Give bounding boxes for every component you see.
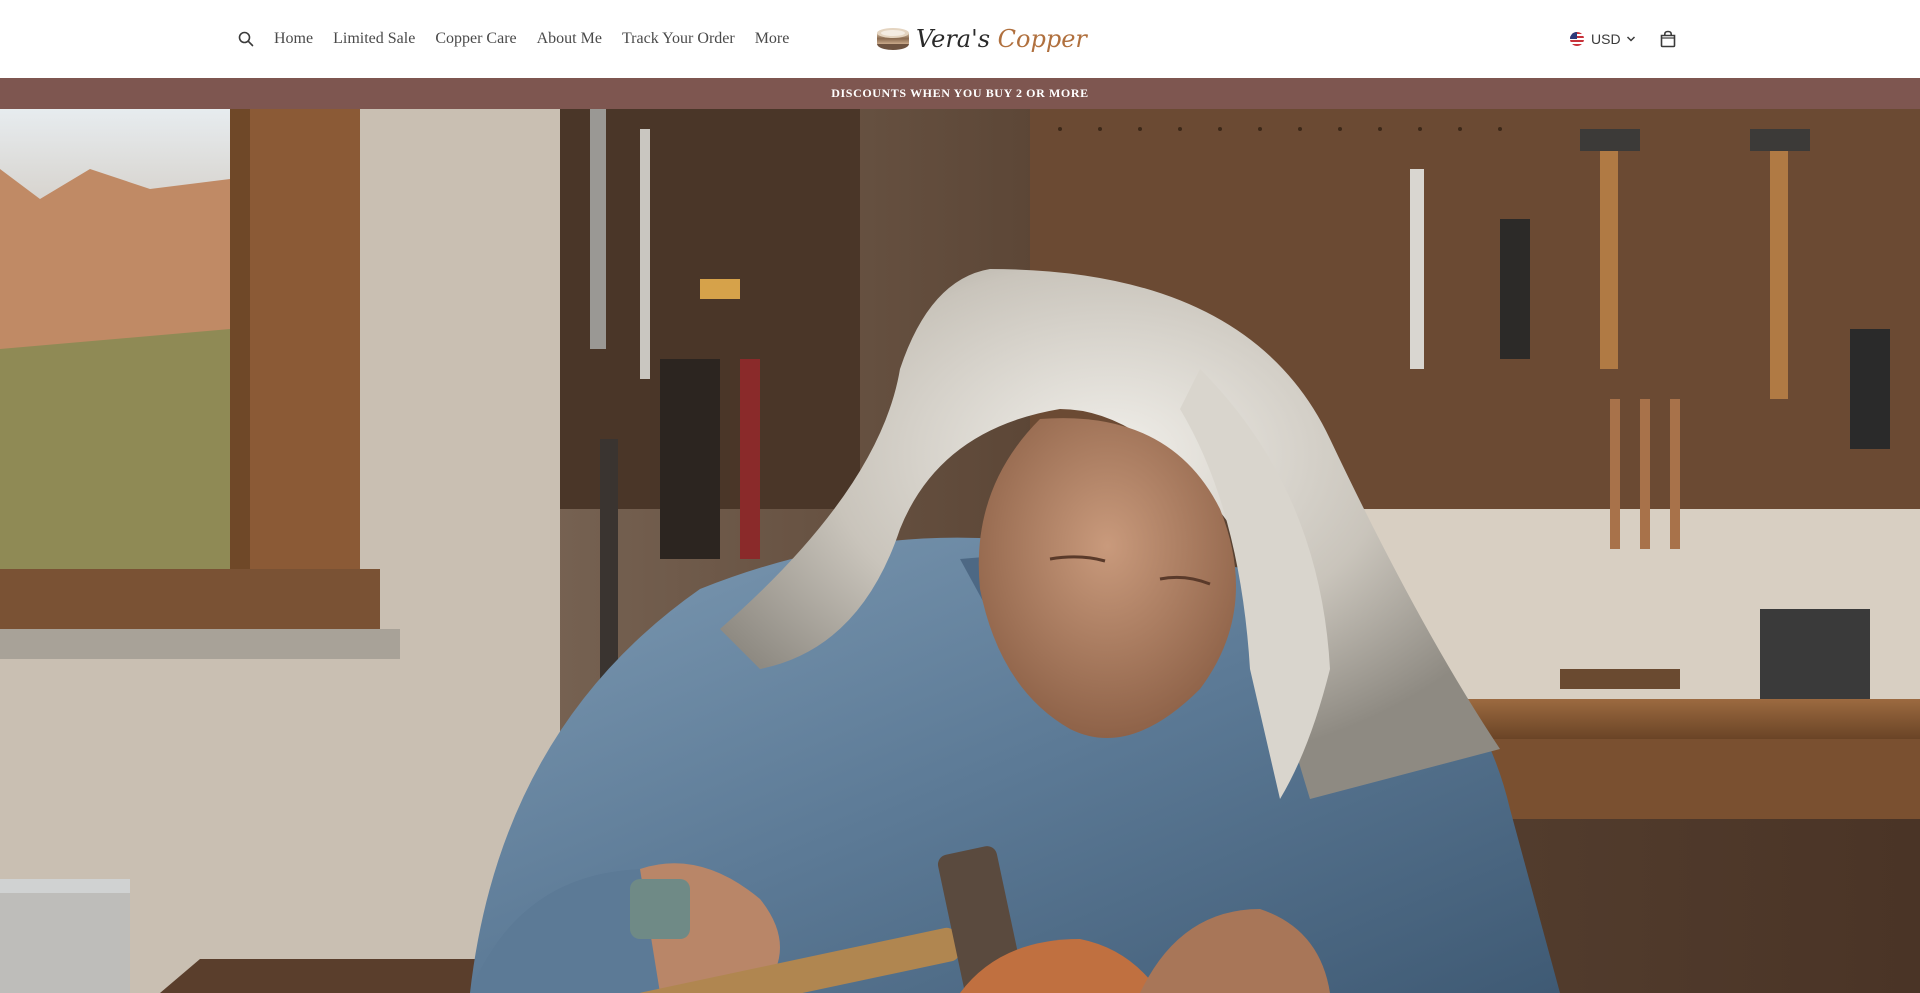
us-flag-icon [1570, 32, 1584, 46]
logo-word-1: Vera's [916, 25, 991, 53]
announcement-bar: DISCOUNTS WHEN YOU BUY 2 OR MORE [0, 78, 1920, 109]
nav-copper-care[interactable]: Copper Care [435, 30, 516, 48]
hero-image [0, 109, 1920, 993]
header-tools: USD [1570, 26, 1678, 52]
logo-wordmark: Vera's Copper [916, 25, 1087, 53]
announcement-text: DISCOUNTS WHEN YOU BUY 2 OR MORE [831, 86, 1089, 100]
nav-home[interactable]: Home [274, 30, 313, 48]
logo-word-2: Copper [997, 25, 1087, 53]
copper-cuff-logo-icon [876, 27, 910, 51]
nav-about-me[interactable]: About Me [537, 30, 602, 48]
chevron-down-icon [1626, 34, 1636, 44]
nav-limited-sale[interactable]: Limited Sale [333, 30, 415, 48]
nav-track-order[interactable]: Track Your Order [622, 30, 735, 48]
search-icon[interactable] [238, 31, 254, 47]
currency-label: USD [1591, 31, 1621, 47]
main-nav: Home Limited Sale Copper Care About Me T… [238, 25, 809, 53]
shopping-bag-icon[interactable] [1658, 29, 1678, 49]
site-logo[interactable]: Vera's Copper [876, 22, 1087, 56]
nav-more[interactable]: More [755, 30, 790, 48]
currency-selector[interactable]: USD [1570, 31, 1636, 47]
site-header: Home Limited Sale Copper Care About Me T… [0, 0, 1920, 78]
